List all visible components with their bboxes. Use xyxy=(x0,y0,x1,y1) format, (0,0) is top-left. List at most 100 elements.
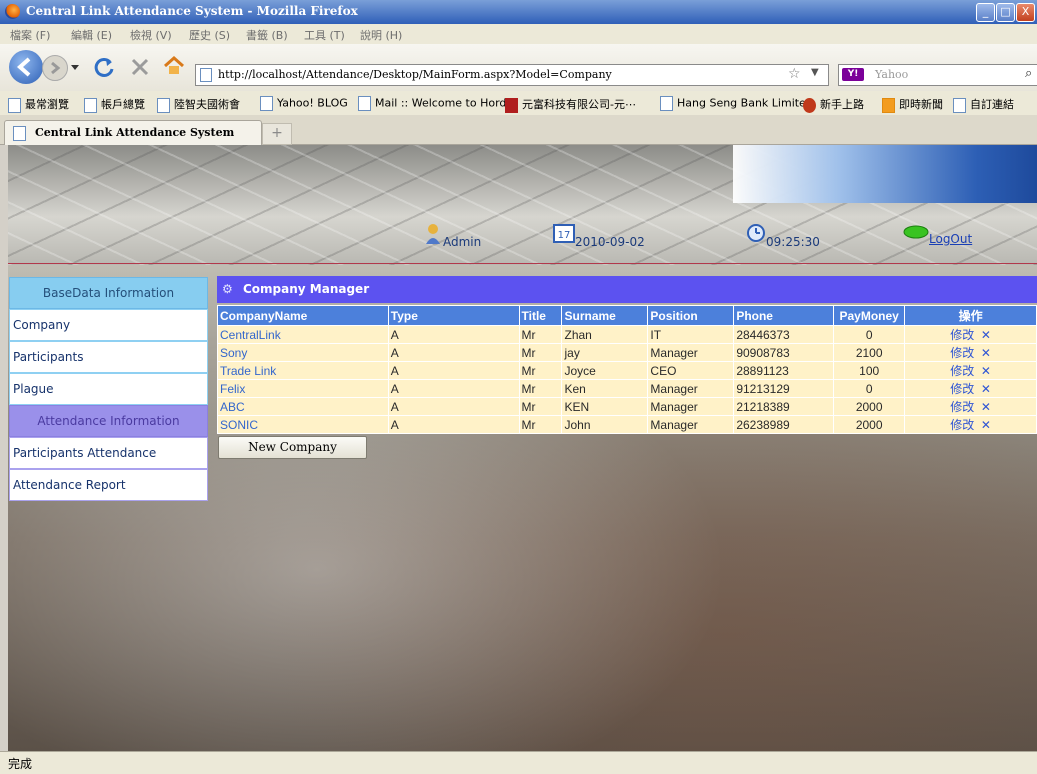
table-cell: Ken xyxy=(561,379,649,398)
delete-icon[interactable]: ✕ xyxy=(981,364,991,378)
bookmark-item[interactable]: 自訂連結 xyxy=(953,96,1014,113)
company-name-link[interactable]: Felix xyxy=(217,379,389,398)
address-bar[interactable]: http://localhost/Attendance/Desktop/Main… xyxy=(195,64,829,86)
edit-link[interactable]: 修改 xyxy=(950,346,974,360)
yahoo-engine-icon[interactable]: Y! xyxy=(842,68,864,81)
table-cell: Mr xyxy=(518,343,563,362)
table-cell: Joyce xyxy=(561,361,649,380)
edit-link[interactable]: 修改 xyxy=(950,328,974,342)
table-cell: A xyxy=(387,343,520,362)
bookmark-item[interactable]: 最常瀏覽 xyxy=(8,96,69,113)
header-user: Admin xyxy=(443,235,482,249)
sidebar-item-participants[interactable]: Participants xyxy=(9,341,208,373)
table-cell: Mr xyxy=(518,397,563,416)
table-row: CentralLink A Mr Zhan IT 28446373 0 修改 ✕ xyxy=(217,325,1037,344)
stop-icon[interactable] xyxy=(130,57,150,77)
bookmark-item[interactable]: 帳戶總覽 xyxy=(84,96,145,113)
menu-file[interactable]: 檔案 (F) xyxy=(10,27,50,43)
bookmark-item[interactable]: Mail :: Welcome to Horde xyxy=(358,96,513,111)
search-placeholder: Yahoo xyxy=(875,68,909,81)
column-header[interactable]: Position xyxy=(647,305,735,326)
table-cell: 26238989 xyxy=(733,415,835,434)
column-header[interactable]: Type xyxy=(387,305,520,326)
status-text: 完成 xyxy=(8,757,33,771)
maximize-button[interactable]: □ xyxy=(996,3,1015,22)
delete-icon[interactable]: ✕ xyxy=(981,382,991,396)
sidebar-item-company[interactable]: Company xyxy=(9,309,208,341)
menu-history[interactable]: 歷史 (S) xyxy=(189,27,230,43)
menu-tools[interactable]: 工具 (T) xyxy=(304,27,345,43)
company-name-link[interactable]: Trade Link xyxy=(217,361,389,380)
bookmark-page-icon xyxy=(260,96,273,111)
delete-icon[interactable]: ✕ xyxy=(981,418,991,432)
actions-cell: 修改 ✕ xyxy=(904,379,1037,398)
url-text[interactable]: http://localhost/Attendance/Desktop/Main… xyxy=(218,68,612,81)
menu-help[interactable]: 說明 (H) xyxy=(360,27,402,43)
logout-icon[interactable] xyxy=(903,225,929,239)
bookmark-item[interactable]: Yahoo! BLOG xyxy=(260,96,348,111)
edit-link[interactable]: 修改 xyxy=(950,382,974,396)
minimize-button[interactable]: _ xyxy=(976,3,995,22)
grid-title-bar: ⚙ Company Manager xyxy=(217,276,1037,303)
home-icon[interactable] xyxy=(163,55,185,77)
bookmark-item[interactable]: Hang Seng Bank Limited xyxy=(660,96,813,111)
column-header[interactable]: CompanyName xyxy=(217,305,389,326)
back-arrow-icon xyxy=(16,57,31,77)
address-dropdown-icon[interactable]: ▼ xyxy=(811,67,819,78)
company-name-link[interactable]: ABC xyxy=(217,397,389,416)
column-header[interactable]: Phone xyxy=(733,305,835,326)
table-cell: 28891123 xyxy=(733,361,835,380)
table-cell: KEN xyxy=(561,397,649,416)
table-cell: 90908783 xyxy=(733,343,835,362)
sidebar-item-plague[interactable]: Plague xyxy=(9,373,208,405)
bookmark-item[interactable]: 元富科技有限公司-元⋯ xyxy=(505,96,636,113)
actions-cell: 修改 ✕ xyxy=(904,343,1037,362)
back-button[interactable] xyxy=(9,50,43,84)
logout-link[interactable]: LogOut xyxy=(929,232,972,246)
table-cell: 2000 xyxy=(833,415,906,434)
table-cell: CEO xyxy=(647,361,735,380)
new-company-button[interactable]: New Company xyxy=(218,436,367,459)
new-tab-button[interactable]: + xyxy=(262,123,292,145)
actions-cell: 修改 ✕ xyxy=(904,325,1037,344)
reload-icon[interactable] xyxy=(93,56,115,78)
menu-bar: 檔案 (F) 編輯 (E) 檢視 (V) 歷史 (S) 書籤 (B) 工具 (T… xyxy=(0,24,1037,44)
table-cell: 91213129 xyxy=(733,379,835,398)
delete-icon[interactable]: ✕ xyxy=(981,328,991,342)
sidebar-item-attendance-report[interactable]: Attendance Report xyxy=(9,469,208,501)
company-name-link[interactable]: CentralLink xyxy=(217,325,389,344)
company-table: CompanyName Type Title Surname Position … xyxy=(217,305,1037,434)
tab-active[interactable]: Central Link Attendance System xyxy=(4,120,262,145)
column-header[interactable]: Surname xyxy=(561,305,649,326)
rss-feed-icon xyxy=(882,97,895,113)
column-header[interactable]: PayMoney xyxy=(833,305,906,326)
bookmark-item[interactable]: 陸智夫國術會 xyxy=(157,96,240,113)
company-name-link[interactable]: Sony xyxy=(217,343,389,362)
bookmark-star-icon[interactable]: ☆ xyxy=(788,66,801,82)
edit-link[interactable]: 修改 xyxy=(950,418,974,432)
delete-icon[interactable]: ✕ xyxy=(981,346,991,360)
close-window-button[interactable]: X xyxy=(1016,3,1035,22)
bookmark-item[interactable]: 新手上路 xyxy=(803,96,864,113)
search-icon[interactable]: ⌕ xyxy=(1025,66,1032,81)
column-header[interactable]: Title xyxy=(518,305,563,326)
forward-button[interactable] xyxy=(42,55,68,81)
sidebar-item-participants-attendance[interactable]: Participants Attendance xyxy=(9,437,208,469)
bookmark-page-icon xyxy=(953,97,966,113)
bookmark-item[interactable]: 即時新聞 xyxy=(882,96,943,113)
bookmark-page-icon xyxy=(84,97,97,113)
history-dropdown-icon[interactable] xyxy=(70,64,80,72)
table-row: ABC A Mr KEN Manager 21218389 2000 修改 ✕ xyxy=(217,397,1037,416)
sidebar-header-basedata: BaseData Information xyxy=(9,277,208,309)
edit-link[interactable]: 修改 xyxy=(950,400,974,414)
banner-blue-graphic xyxy=(733,145,1037,203)
actions-cell: 修改 ✕ xyxy=(904,361,1037,380)
tab-page-icon xyxy=(13,126,26,141)
menu-bookmarks[interactable]: 書籤 (B) xyxy=(246,27,288,43)
search-box[interactable]: Y! Yahoo ⌕ xyxy=(838,64,1037,86)
menu-view[interactable]: 檢視 (V) xyxy=(130,27,172,43)
delete-icon[interactable]: ✕ xyxy=(981,400,991,414)
company-name-link[interactable]: SONIC xyxy=(217,415,389,434)
edit-link[interactable]: 修改 xyxy=(950,364,974,378)
menu-edit[interactable]: 編輯 (E) xyxy=(71,27,112,43)
